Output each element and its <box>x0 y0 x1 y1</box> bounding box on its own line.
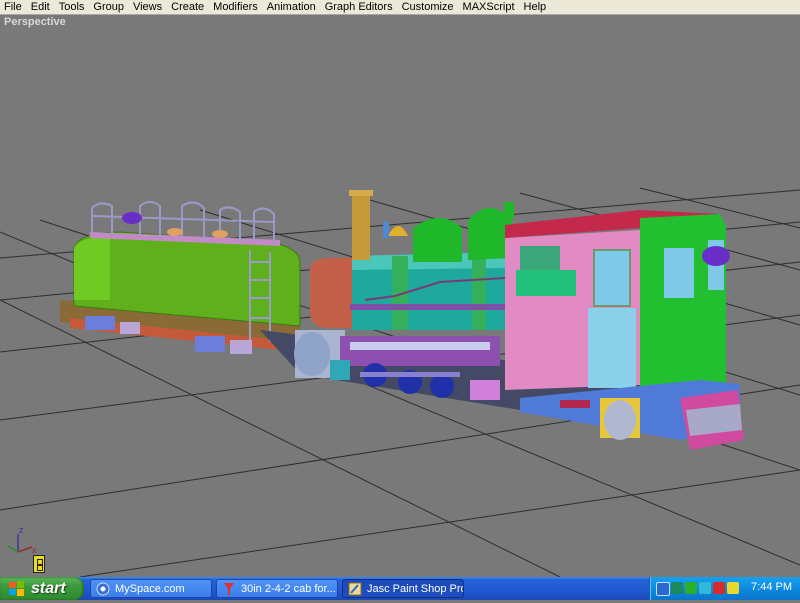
menu-group[interactable]: Group <box>89 0 129 14</box>
menu-help[interactable]: Help <box>520 0 552 14</box>
menu-views[interactable]: Views <box>129 0 167 14</box>
perspective-viewport[interactable]: Perspective z x <box>0 15 800 577</box>
network-icon[interactable] <box>656 582 670 596</box>
taskbar: start MySpace.com 30in 2-4-2 cab for... … <box>0 577 800 600</box>
mcafee-icon[interactable] <box>713 582 725 594</box>
start-button[interactable]: start <box>0 577 84 600</box>
taskbar-item-myspace[interactable]: MySpace.com <box>90 579 212 598</box>
menu-file[interactable]: File <box>0 0 27 14</box>
taskbar-item-paint-shop-pro[interactable]: Jasc Paint Shop Pro <box>342 579 464 598</box>
locomotive <box>260 190 744 450</box>
menu-animation[interactable]: Animation <box>263 0 321 14</box>
forum-icon <box>224 582 234 595</box>
messenger-icon[interactable] <box>699 582 711 594</box>
menu-bar: File Edit Tools Group Views Create Modif… <box>0 0 800 15</box>
key-icon[interactable] <box>33 555 45 573</box>
paint-icon <box>348 582 362 595</box>
menu-edit[interactable]: Edit <box>27 0 55 14</box>
menu-maxscript[interactable]: MAXScript <box>459 0 520 14</box>
windows-flag-icon <box>8 580 26 598</box>
clock[interactable]: 7:44 PM <box>751 581 792 593</box>
antivirus-icon[interactable] <box>685 582 697 594</box>
menu-tools[interactable]: Tools <box>55 0 90 14</box>
menu-customize[interactable]: Customize <box>398 0 459 14</box>
menu-create[interactable]: Create <box>167 0 209 14</box>
axis-label-z: z <box>19 525 24 535</box>
start-label: start <box>31 579 66 597</box>
axis-label-x: x <box>32 545 37 555</box>
taskbar-item-label: Jasc Paint Shop Pro <box>367 582 464 595</box>
taskbar-item-label: MySpace.com <box>115 582 185 595</box>
menu-graph-editors[interactable]: Graph Editors <box>321 0 398 14</box>
scene-render <box>0 187 800 577</box>
system-tray: 7:44 PM <box>649 577 800 600</box>
taskbar-item-forum[interactable]: 30in 2-4-2 cab for... <box>216 579 338 598</box>
menu-modifiers[interactable]: Modifiers <box>209 0 263 14</box>
viewport-label[interactable]: Perspective <box>4 16 66 28</box>
security-icon[interactable] <box>671 582 683 594</box>
browser-icon <box>96 582 110 595</box>
axis-gizmo <box>7 534 33 553</box>
taskbar-item-label: 30in 2-4-2 cab for... <box>241 582 336 595</box>
volume-icon[interactable] <box>727 582 739 594</box>
